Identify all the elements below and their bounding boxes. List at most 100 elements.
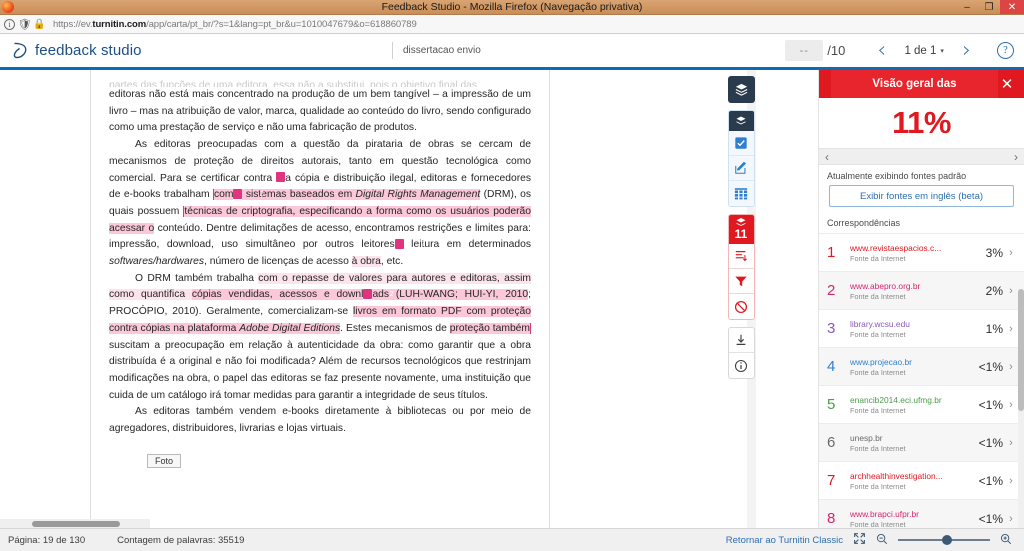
p3-seg-c-highlight[interactable]: cópias vendidas, acessos e downl: [191, 289, 364, 301]
match-source[interactable]: library.wcsu.edu: [850, 319, 969, 329]
p2-seg-c-highlight[interactable]: com: [213, 189, 234, 201]
info-icon[interactable]: [729, 353, 754, 378]
match-marker-icon[interactable]: 2: [394, 238, 425, 249]
previous-paper-button[interactable]: ‹: [867, 39, 896, 62]
p2-seg-e-highlight[interactable]: Digital Rights Management: [356, 189, 481, 200]
document-clipped-line: partes das funções de uma editora, essa …: [109, 80, 478, 87]
match-type: Fonte da Internet: [850, 329, 906, 339]
scrollbar-thumb[interactable]: [32, 521, 120, 527]
chevron-right-icon[interactable]: ›: [1003, 513, 1019, 525]
all-sources-icon[interactable]: [728, 244, 754, 269]
url-text[interactable]: https://ev.turnitin.com/app/carta/pt_br/…: [49, 19, 417, 30]
rubric-grid-icon[interactable]: [728, 181, 754, 206]
english-sources-beta-button[interactable]: Exibir fontes em inglês (beta): [829, 185, 1014, 207]
list-item[interactable]: 8 www.brapci.ufpr.br Fonte da Internet <…: [819, 499, 1024, 528]
p3-seg-i-highlight[interactable]: proteção também: [449, 322, 530, 334]
document-paragraph-1: editoras não está mais concentrado na pr…: [109, 89, 531, 134]
list-item[interactable]: 3 library.wcsu.edu Fonte da Internet 1% …: [819, 309, 1024, 347]
feedback-edit-icon[interactable]: [728, 156, 754, 181]
panel-vertical-scrollbar[interactable]: [1018, 289, 1024, 528]
excluded-sources-icon[interactable]: [728, 294, 754, 319]
similarity-toggle-button[interactable]: 11: [728, 215, 754, 244]
matches-list[interactable]: 1 www.revistaespacios.c... Fonte da Inte…: [819, 233, 1024, 528]
page-indicator: Página: 19 de 130: [8, 534, 86, 546]
fullscreen-icon[interactable]: [853, 532, 866, 548]
match-rank: 8: [827, 510, 836, 527]
download-icon[interactable]: [728, 328, 754, 353]
close-panel-button[interactable]: ✕: [996, 70, 1018, 98]
pager-prev-button[interactable]: ‹: [825, 150, 829, 164]
similarity-count: 11: [734, 227, 748, 241]
next-paper-button[interactable]: ›: [952, 39, 981, 62]
list-item[interactable]: 6 unesp.br Fonte da Internet <1% ›: [819, 423, 1024, 461]
return-to-classic-link[interactable]: Retornar ao Turnitin Classic: [726, 535, 843, 546]
paper-selector[interactable]: 1 de 1 ▾: [896, 45, 952, 57]
document-paragraph-2: As editoras preocupadas com a questão da…: [109, 137, 531, 271]
filters-funnel-icon[interactable]: [728, 269, 754, 294]
match-source[interactable]: www.brapci.ufpr.br: [850, 509, 969, 519]
match-info: enancib2014.eci.ufmg.br Fonte da Interne…: [847, 395, 969, 415]
lock-icon: 🔒: [33, 18, 46, 30]
brand[interactable]: feedback studio: [0, 42, 142, 59]
match-source[interactable]: www.projecao.br: [850, 357, 969, 367]
p3-seg-d-highlight[interactable]: ads (LUH-WANG; HUI-YI, 2010: [372, 289, 529, 301]
list-item[interactable]: 4 www.projecao.br Fonte da Internet <1% …: [819, 347, 1024, 385]
match-info: www.projecao.br Fonte da Internet: [847, 357, 969, 377]
chevron-right-icon[interactable]: ›: [1003, 475, 1019, 487]
match-marker-icon[interactable]: 2: [363, 288, 394, 299]
grade-input[interactable]: --: [785, 40, 824, 61]
match-type: Fonte da Internet: [850, 367, 906, 377]
match-type: Fonte da Internet: [850, 291, 906, 301]
browser-urlbar[interactable]: i 🛡 🔒 https://ev.turnitin.com/app/carta/…: [0, 15, 1024, 34]
source-pager: ‹ ›: [819, 148, 1024, 165]
match-source[interactable]: archhealthinvestigation...: [850, 471, 969, 481]
list-item[interactable]: 7 archhealthinvestigation... Fonte da In…: [819, 461, 1024, 499]
matches-section-label: Correspondências: [827, 218, 901, 228]
url-host: turnitin.com: [92, 18, 147, 30]
match-percent: <1%: [978, 435, 1003, 450]
minimize-button[interactable]: –: [956, 0, 978, 14]
match-percent: 2%: [985, 283, 1003, 298]
match-type: Fonte da Internet: [850, 481, 906, 491]
match-marker-icon[interactable]: 2: [233, 188, 264, 199]
list-item[interactable]: 2 www.abepro.org.br Fonte da Internet 2%…: [819, 271, 1024, 309]
similarity-score: 11%: [892, 105, 951, 140]
match-type: Fonte da Internet: [850, 519, 906, 529]
match-source[interactable]: www.abepro.org.br: [850, 281, 969, 291]
match-source[interactable]: unesp.br: [850, 433, 969, 443]
match-source[interactable]: www.revistaespacios.c...: [850, 243, 969, 253]
close-window-button[interactable]: ✕: [1000, 0, 1024, 14]
chevron-right-icon[interactable]: ›: [1003, 285, 1019, 297]
chevron-right-icon[interactable]: ›: [1003, 437, 1019, 449]
quickmarks-checkbox-icon[interactable]: [728, 131, 754, 156]
chevron-right-icon[interactable]: ›: [1003, 399, 1019, 411]
page-info-icon[interactable]: i: [4, 18, 15, 30]
zoom-in-icon[interactable]: [1000, 533, 1012, 548]
zoom-slider-knob[interactable]: [942, 535, 952, 545]
zoom-out-icon[interactable]: [876, 533, 888, 548]
chevron-right-icon[interactable]: ›: [1003, 323, 1019, 335]
help-icon[interactable]: ?: [997, 42, 1014, 59]
tracking-shield-icon[interactable]: 🛡: [18, 19, 32, 31]
p3-seg-g-highlight[interactable]: Adobe Digital Editions: [239, 323, 340, 334]
document-viewport[interactable]: partes das funções de uma editora, essa …: [0, 70, 760, 528]
chevron-right-icon[interactable]: ›: [1003, 361, 1019, 373]
pager-next-button[interactable]: ›: [1014, 150, 1018, 164]
grademark-header-icon[interactable]: [728, 111, 754, 131]
p2-seg-l-highlight[interactable]: à obra: [351, 256, 381, 268]
layers-icon[interactable]: [727, 76, 755, 103]
document-horizontal-scrollbar[interactable]: [0, 519, 150, 528]
scrollbar-thumb[interactable]: [1018, 289, 1024, 411]
similarity-tool-group: 11: [727, 214, 755, 320]
p3-seg-h: . Estes mecanismos de: [340, 322, 450, 334]
match-marker-icon[interactable]: 2: [276, 171, 306, 182]
paper-selector-label: 1 de 1: [904, 44, 937, 57]
zoom-slider[interactable]: [898, 535, 990, 545]
match-percent: <1%: [978, 397, 1003, 412]
match-source[interactable]: enancib2014.eci.ufmg.br: [850, 395, 969, 405]
list-item[interactable]: 1 www.revistaespacios.c... Fonte da Inte…: [819, 233, 1024, 271]
maximize-button[interactable]: ❐: [978, 0, 1000, 14]
figure-caption: Foto: [147, 453, 182, 468]
list-item[interactable]: 5 enancib2014.eci.ufmg.br Fonte da Inter…: [819, 385, 1024, 423]
chevron-right-icon[interactable]: ›: [1003, 247, 1019, 259]
